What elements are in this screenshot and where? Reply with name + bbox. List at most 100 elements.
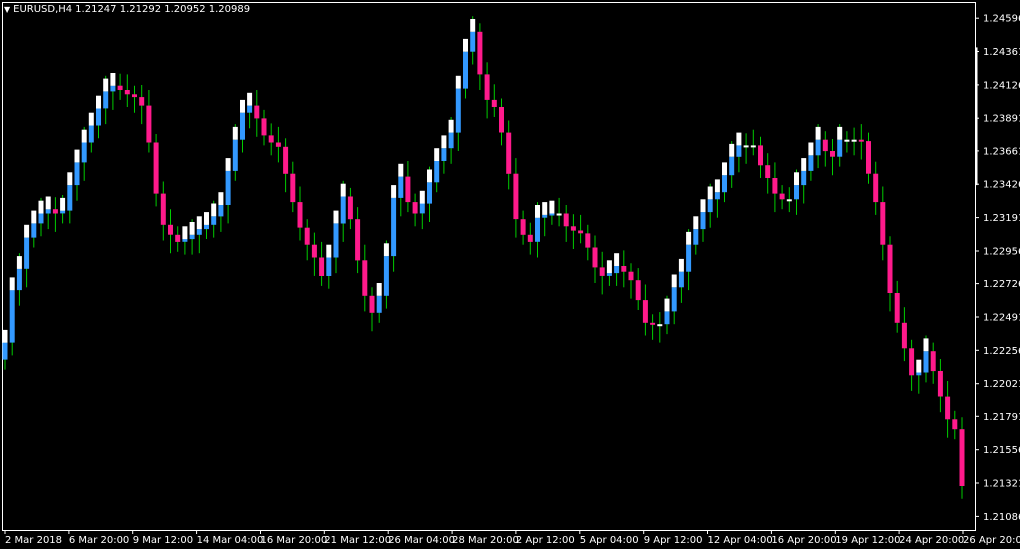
y-tick-label: 1.21556 (983, 445, 1020, 456)
candle-body (578, 230, 584, 234)
candle-body (9, 290, 15, 343)
x-tick-label: 16 Mar 20:00 (261, 535, 328, 546)
candle-body (657, 324, 663, 327)
candle-highlight (204, 212, 209, 225)
candle-body (52, 209, 58, 214)
x-tick-label: 14 Mar 04:00 (197, 535, 264, 546)
candle-highlight (182, 226, 188, 240)
candle-body (110, 85, 116, 92)
candle-highlight (2, 329, 8, 343)
candle-highlight (455, 75, 461, 89)
candle-highlight (189, 222, 195, 235)
candle-body (139, 97, 145, 106)
candle-highlight (448, 119, 454, 133)
candle-body (240, 112, 245, 140)
candle-body (837, 139, 843, 157)
candle-body (808, 155, 814, 171)
price-scale-marker (976, 47, 978, 186)
candle-body (254, 105, 260, 119)
candle-body (2, 342, 8, 360)
candle-body (873, 173, 879, 203)
x-tick-label: 2 Mar 2018 (5, 535, 62, 546)
triangle-down-icon[interactable]: ▼ (4, 3, 10, 17)
candle-highlight (96, 95, 101, 109)
candle-highlight (837, 126, 843, 140)
candle-body (60, 210, 66, 214)
price-chart: 1.24596 1.24361 1.24126 1.23891 1.23661 1.234… (2, 2, 1020, 546)
candle-body (275, 142, 281, 147)
candle-body (362, 260, 368, 296)
candle-highlight (686, 231, 692, 245)
candle-body (261, 118, 267, 136)
candle-highlight (664, 298, 670, 312)
candle-body (750, 145, 756, 148)
candle-body (67, 185, 73, 211)
candle-body (340, 196, 346, 224)
candle-body (542, 214, 548, 218)
candle-highlight (225, 158, 231, 171)
candle-body (570, 226, 576, 231)
candle-body (851, 139, 857, 142)
x-tick-label: 5 Apr 04:00 (580, 535, 639, 546)
candle-body (333, 223, 339, 258)
candle-body (204, 224, 209, 230)
candle-body (779, 193, 785, 200)
x-tick-label: 12 Apr 04:00 (708, 535, 773, 546)
candle-highlight (376, 283, 382, 296)
x-tick-label: 26 Mar 04:00 (388, 535, 455, 546)
candle-body (642, 300, 648, 323)
candle-highlight (31, 210, 37, 224)
candle-body (858, 139, 864, 142)
candle-body (585, 233, 591, 248)
candle-body (592, 247, 598, 268)
candle-body (182, 239, 188, 242)
candle-highlight (81, 129, 87, 143)
candle-body (470, 31, 476, 52)
candle-highlight (60, 197, 66, 211)
candle-body (887, 244, 893, 293)
candle-body (441, 148, 447, 161)
candle-body (729, 156, 735, 176)
candle-body (499, 107, 504, 133)
candle-body (347, 196, 353, 220)
candle-highlight (16, 256, 22, 269)
candle-highlight (340, 183, 346, 197)
candle-highlight (542, 202, 548, 215)
candle-highlight (801, 158, 807, 171)
candle-body (427, 182, 432, 204)
candle-highlight (74, 149, 80, 163)
x-tick-label: 6 Mar 20:00 (69, 535, 129, 546)
candle-body (901, 322, 907, 349)
candle-body (232, 139, 238, 171)
candle-body (391, 197, 397, 257)
candle-body (513, 173, 519, 220)
y-tick-label: 1.23191 (983, 213, 1020, 224)
candle-body (103, 91, 109, 109)
candle-body (297, 202, 303, 228)
candle-body (916, 372, 922, 376)
y-tick-label: 1.23661 (983, 146, 1020, 157)
y-tick-label: 1.24361 (983, 47, 1020, 58)
candle-body (434, 161, 440, 183)
candle-body (722, 175, 727, 193)
candle-body (477, 31, 483, 75)
candle-body (664, 311, 670, 325)
y-tick-label: 1.22256 (983, 346, 1020, 357)
candle-body (304, 227, 310, 245)
candle-body (96, 108, 101, 126)
candle-highlight (606, 260, 612, 274)
x-tick-label: 21 Mar 12:00 (324, 535, 391, 546)
chart-window[interactable]: 1.24596 1.24361 1.24126 1.23891 1.23661 1.234… (0, 0, 1020, 549)
candle-body (283, 146, 289, 174)
candle-body (160, 193, 166, 225)
candle-body (707, 199, 713, 213)
candle-highlight (923, 338, 929, 352)
candle-highlight (427, 169, 432, 183)
x-tick-label: 26 Apr 20:00 (963, 535, 1020, 546)
candle-body (319, 257, 325, 276)
candle-body (700, 212, 706, 230)
candle-body (168, 224, 173, 235)
candle-highlight (196, 216, 202, 230)
candle-highlight (815, 126, 821, 140)
candle-body (506, 132, 512, 174)
